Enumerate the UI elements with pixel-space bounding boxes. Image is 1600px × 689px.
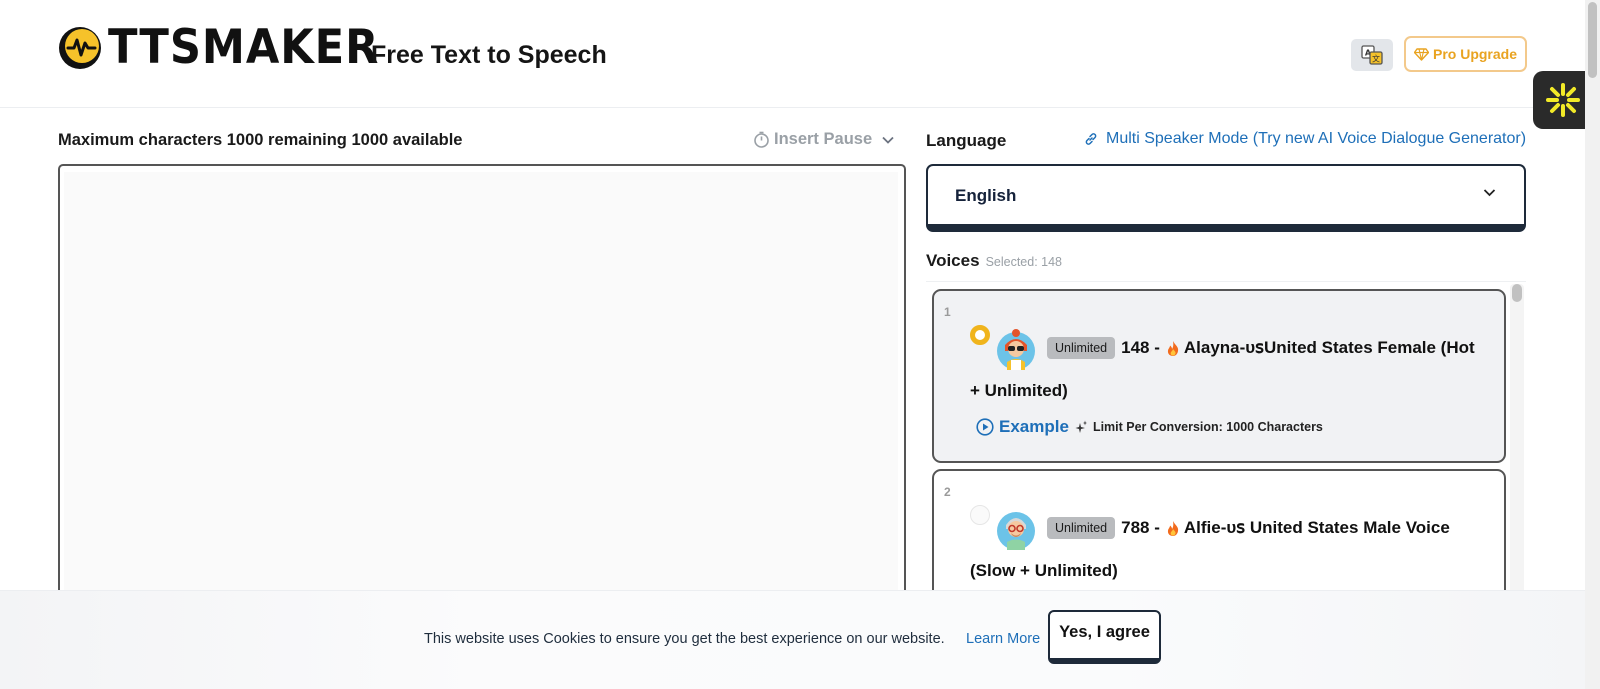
link-icon (1085, 133, 1097, 145)
page-subtitle: Free Text to Speech (371, 41, 607, 69)
insert-pause-label: Insert Pause (774, 130, 873, 148)
fire-icon (1167, 340, 1179, 356)
language-selected-value: English (955, 186, 1017, 205)
text-input-area[interactable] (58, 164, 906, 604)
fire-icon (1167, 520, 1179, 536)
chevron-down-icon (882, 136, 894, 144)
female-avatar-icon (997, 329, 1035, 370)
voice-name: Alfie-ᴜꜱ United States Male Voice (1183, 518, 1450, 537)
example-button[interactable]: Example (999, 417, 1069, 437)
chevron-down-icon (1483, 189, 1496, 197)
voices-header: Voices Selected: 148 (926, 251, 1062, 271)
page-scrollbar[interactable] (1585, 0, 1600, 689)
svg-text:文: 文 (1372, 54, 1380, 64)
site-header: TTSMAKER Free Text to Speech A 文 Pro Upg… (0, 0, 1585, 108)
learn-more-link[interactable]: Learn More (966, 631, 1040, 647)
voices-scrollbar-thumb[interactable] (1512, 284, 1522, 302)
play-circle-icon[interactable] (976, 418, 994, 436)
unlimited-badge: Unlimited (1047, 517, 1116, 539)
multi-speaker-link[interactable]: Multi Speaker Mode (Try new AI Voice Dia… (1084, 130, 1526, 148)
voice-name-continued: + Unlimited) (970, 381, 1068, 400)
floating-widget-button[interactable] (1533, 71, 1593, 129)
voices-selected-count: Selected: 148 (985, 255, 1063, 269)
pro-upgrade-label: Pro Upgrade (1432, 46, 1517, 62)
voice-name: Alayna-ᴜꜱUnited States Female (Hot (1183, 338, 1475, 357)
voice-example-row: Example Limit Per Conversion: 1000 Chara… (976, 417, 1323, 437)
voice-index: 1 (944, 305, 951, 319)
voices-label: Voices (926, 251, 980, 270)
diamond-icon (1413, 47, 1429, 61)
voice-radio-selected[interactable] (970, 325, 990, 345)
logo-waveform-icon (59, 27, 101, 69)
brand-name: TTSMAKER (108, 20, 380, 75)
voice-title-row: Unlimited 148 - Alayna-ᴜꜱUnited States F… (1047, 337, 1475, 359)
translate-button[interactable]: A 文 (1351, 39, 1393, 71)
voice-id: 788 - (1121, 518, 1160, 537)
agree-button[interactable]: Yes, I agree (1048, 610, 1161, 664)
cookie-consent-bar: This website uses Cookies to ensure you … (0, 590, 1585, 689)
language-label: Language (926, 131, 1007, 150)
sparkle-icon (1546, 83, 1580, 117)
voice-id: 148 - (1121, 338, 1160, 357)
language-select[interactable]: English (926, 164, 1526, 232)
cookie-message: This website uses Cookies to ensure you … (424, 631, 945, 647)
unlimited-badge: Unlimited (1047, 337, 1116, 359)
voice-index: 2 (944, 485, 951, 499)
voice-title-row: Unlimited 788 - Alfie-ᴜꜱ United States M… (1047, 517, 1450, 539)
timer-icon (754, 131, 769, 148)
multi-speaker-link-label: Multi Speaker Mode (Try new AI Voice Dia… (1106, 130, 1527, 147)
divider (926, 281, 1526, 282)
voice-name-continued: (Slow + Unlimited) (970, 561, 1118, 580)
translate-icon: A 文 (1361, 45, 1383, 65)
character-limit-info: Maximum characters 1000 remaining 1000 a… (58, 131, 463, 149)
page-scrollbar-thumb[interactable] (1588, 2, 1597, 78)
ttsmaker-logo[interactable]: TTSMAKER (58, 20, 403, 75)
text-input-content[interactable] (64, 172, 898, 602)
conversion-limit-text: Limit Per Conversion: 1000 Characters (1092, 420, 1323, 434)
voice-card[interactable]: 1 Unlimited 148 - Alayna-ᴜꜱUnited States… (932, 289, 1506, 463)
male-avatar-icon (997, 512, 1035, 550)
pro-upgrade-button[interactable]: Pro Upgrade (1404, 36, 1527, 72)
voice-radio[interactable] (970, 505, 990, 525)
sparkle-small-icon (1075, 420, 1087, 433)
voices-scrollbar[interactable] (1510, 284, 1524, 604)
insert-pause-dropdown[interactable]: Insert Pause (753, 130, 894, 149)
